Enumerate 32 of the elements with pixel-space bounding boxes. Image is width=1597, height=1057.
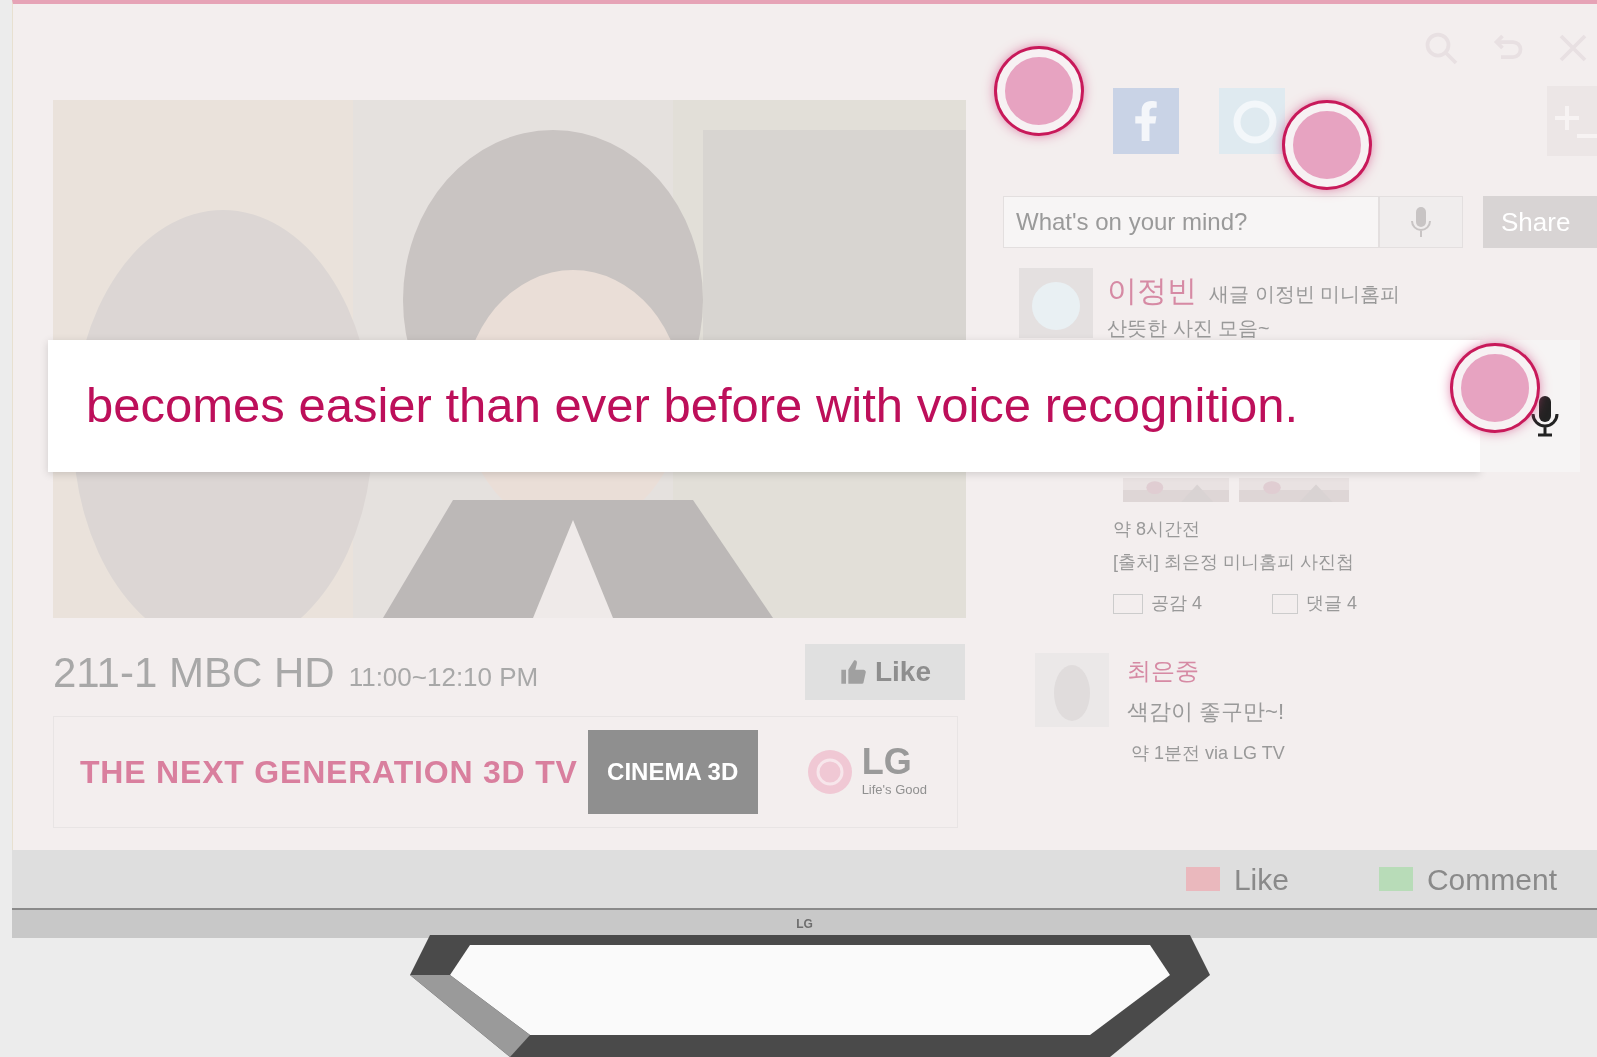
avatar-icon xyxy=(1019,268,1093,338)
like-button[interactable]: Like xyxy=(805,644,965,700)
channel-name: 211-1 MBC HD xyxy=(53,647,335,698)
facebook-icon[interactable] xyxy=(1113,88,1179,154)
comment-button[interactable]: Comment xyxy=(1378,856,1557,902)
comment-button[interactable]: 댓글 4 xyxy=(1272,590,1358,617)
post-headline: 새글 이정빈 미니홈피 xyxy=(1209,282,1401,307)
like-button[interactable]: Like xyxy=(1185,856,1289,902)
author-name: 최은중 xyxy=(1127,656,1200,686)
post-text: 색감이 좋구만~! xyxy=(1127,698,1285,726)
logo-icon xyxy=(805,748,854,796)
program-time: 11:00~12:10 PM xyxy=(348,660,539,694)
brand-slogan: Life's Good xyxy=(861,781,927,800)
empathy-button[interactable]: 공감 4 xyxy=(1113,590,1202,617)
status-input[interactable]: What's on your mind? xyxy=(1003,196,1379,248)
microphone-icon[interactable] xyxy=(1530,394,1560,438)
post-time: 약 1분전 via LG TV xyxy=(1131,742,1286,765)
brand-name: LG xyxy=(861,744,913,781)
author-name: 이정빈 xyxy=(1107,273,1197,309)
like-icon xyxy=(1185,867,1220,891)
comment-icon xyxy=(1272,593,1298,614)
comment-icon xyxy=(1378,867,1413,891)
thumbs-up-icon xyxy=(839,658,867,686)
post-source: [출처] 최은정 미니홈피 사진첩 xyxy=(1113,551,1355,574)
microphone-button[interactable] xyxy=(1379,196,1463,248)
product-logo: CINEMA 3D xyxy=(587,730,758,814)
post-time: 약 8시간전 xyxy=(1113,518,1201,541)
microphone-icon xyxy=(1410,205,1432,239)
voice-caption: becomes easier than ever before with voice recognition. xyxy=(86,377,1299,435)
ad-headline: THE NEXT GENERATION 3D TV xyxy=(80,753,578,792)
tv-logo: LG xyxy=(796,916,813,933)
post-text: 산뜻한 사진 모음~ xyxy=(1107,316,1271,341)
